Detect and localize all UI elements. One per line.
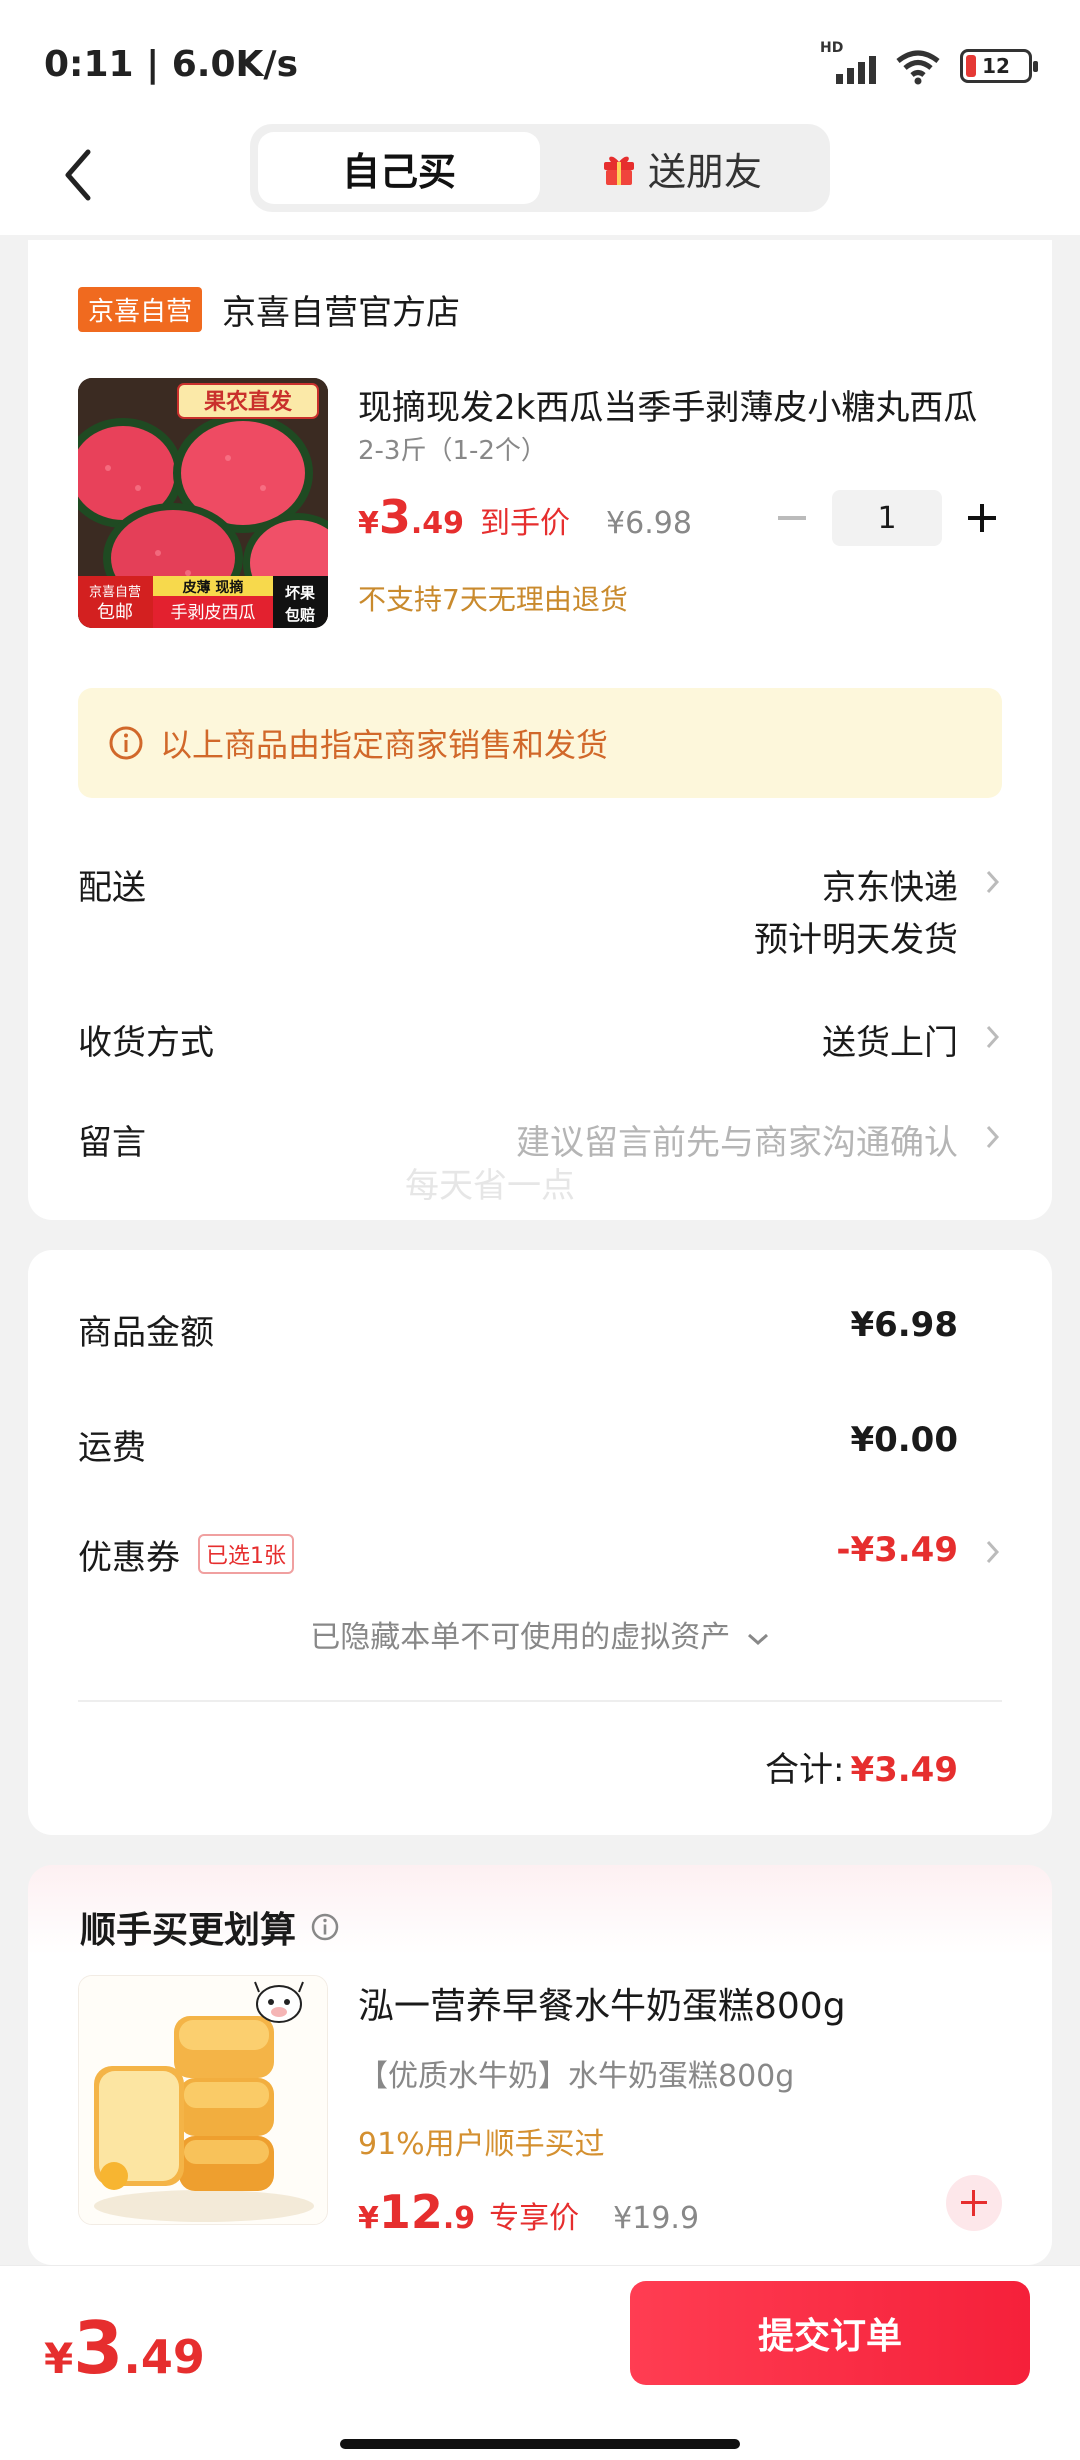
goods-amount-value: ¥6.98 bbox=[850, 1305, 958, 1345]
recommend-price-label: 专享价 bbox=[489, 2201, 580, 2236]
goods-amount-label: 商品金额 bbox=[78, 1313, 214, 1353]
status-bar: 0:11 | 6.0K/s HD 12 bbox=[0, 0, 1080, 120]
delivery-value: 京东快递 bbox=[822, 868, 958, 908]
home-indicator[interactable] bbox=[340, 2439, 740, 2449]
seller-notice: 以上商品由指定商家销售和发货 bbox=[78, 688, 1002, 798]
tab-send-friend[interactable]: 送朋友 bbox=[540, 132, 822, 204]
img-badge-top: 果农直发 bbox=[204, 389, 293, 415]
recommend-product-image[interactable] bbox=[78, 1975, 328, 2225]
product-price-row: ¥3.49 到手价 ¥6.98 bbox=[358, 490, 692, 544]
battery-icon: 12 bbox=[960, 49, 1038, 83]
goods-amount-row: 商品金额 ¥6.98 bbox=[78, 1305, 1002, 1355]
tab-send-friend-label: 送朋友 bbox=[647, 149, 762, 194]
coupon-value: -¥3.49 bbox=[836, 1530, 958, 1570]
chevron-down-icon bbox=[747, 1633, 768, 1645]
tab-self-buy[interactable]: 自己买 bbox=[258, 132, 540, 204]
hidden-assets-text: 已隐藏本单不可使用的虚拟资产 bbox=[310, 1620, 731, 1655]
divider bbox=[78, 1700, 1002, 1702]
receive-method-label: 收货方式 bbox=[78, 1023, 214, 1063]
recommend-card: 顺手买更划算 泓一营养早餐水牛奶蛋糕800g 【优质水牛奶】水牛奶蛋糕800g … bbox=[28, 1865, 1052, 2265]
hd-label: HD bbox=[820, 40, 844, 56]
product-title[interactable]: 现摘现发2k西瓜当季手剥薄皮小糖丸西瓜 bbox=[358, 380, 1018, 429]
order-card: 京喜自营 京喜自营官方店 果农直发 京喜自营 包邮 皮薄 现摘 手剥皮西瓜 坏果… bbox=[28, 240, 1052, 1220]
back-button[interactable] bbox=[50, 140, 110, 210]
info-icon bbox=[109, 726, 143, 760]
svg-text:坏果: 坏果 bbox=[285, 584, 316, 602]
signal-icon: HD bbox=[820, 40, 876, 86]
original-price: ¥6.98 bbox=[606, 506, 692, 541]
chevron-right-icon bbox=[986, 1125, 1000, 1149]
shipping-label: 运费 bbox=[78, 1428, 146, 1468]
receive-method-value: 送货上门 bbox=[822, 1023, 958, 1063]
status-icons: HD 12 bbox=[820, 40, 1038, 86]
tab-self-buy-label: 自己买 bbox=[341, 149, 456, 194]
delivery-row[interactable]: 配送 京东快递 预计明天发货 bbox=[78, 860, 1002, 970]
hidden-assets-toggle[interactable]: 已隐藏本单不可使用的虚拟资产 bbox=[28, 1612, 1052, 1656]
recommend-price: ¥12.9 bbox=[358, 2185, 476, 2239]
recommend-product-subtitle: 【优质水牛奶】水牛奶蛋糕800g bbox=[358, 2059, 795, 2094]
chevron-right-icon bbox=[986, 1025, 1000, 1049]
battery-level: 12 bbox=[982, 54, 1010, 78]
product-image[interactable]: 果农直发 京喜自营 包邮 皮薄 现摘 手剥皮西瓜 坏果 包赔 bbox=[78, 378, 328, 628]
delivery-label: 配送 bbox=[78, 868, 146, 908]
info-icon[interactable] bbox=[310, 1912, 340, 1942]
back-arrow-icon bbox=[65, 149, 91, 201]
store-row[interactable]: 京喜自营 京喜自营官方店 bbox=[78, 285, 460, 334]
recommend-title: 顺手买更划算 bbox=[80, 1901, 340, 1953]
product-price: ¥3.49 bbox=[358, 490, 465, 544]
chevron-right-icon bbox=[986, 1540, 1000, 1564]
chevron-right-icon bbox=[986, 870, 1000, 894]
buy-mode-switch: 自己买 送朋友 bbox=[250, 124, 830, 212]
svg-text:京喜自营: 京喜自营 bbox=[89, 585, 141, 600]
coupon-row[interactable]: 优惠券 已选1张 -¥3.49 bbox=[78, 1530, 1002, 1580]
increase-quantity-button[interactable] bbox=[962, 498, 1002, 538]
total-value: ¥3.49 bbox=[850, 1750, 958, 1790]
gift-icon bbox=[603, 156, 634, 185]
notice-text: 以上商品由指定商家销售和发货 bbox=[160, 726, 609, 764]
coupon-label: 优惠券 bbox=[78, 1538, 180, 1578]
recommend-stat: 91%用户顺手买过 bbox=[358, 2127, 605, 2162]
product-spec: 2-3斤（1-2个） bbox=[358, 436, 547, 466]
svg-text:包赔: 包赔 bbox=[285, 606, 315, 624]
svg-text:包邮: 包邮 bbox=[97, 602, 133, 623]
return-policy: 不支持7天无理由退货 bbox=[358, 583, 628, 616]
top-nav: 自己买 送朋友 bbox=[0, 120, 1080, 235]
img-badge-mid-top: 皮薄 现摘 bbox=[182, 579, 244, 596]
store-tag: 京喜自营 bbox=[78, 287, 203, 332]
bottom-bar: ¥3.49 提交订单 bbox=[0, 2265, 1080, 2460]
status-time: 0:11 | 6.0K/s bbox=[44, 44, 299, 85]
wifi-icon bbox=[896, 50, 940, 85]
recommend-price-row: ¥12.9 专享价 ¥19.9 bbox=[358, 2185, 699, 2239]
delivery-eta: 预计明天发货 bbox=[754, 920, 958, 960]
quantity-input[interactable]: 1 bbox=[832, 490, 942, 546]
message-input[interactable]: 建议留言前先与商家沟通确认 bbox=[516, 1115, 958, 1164]
coupon-tag: 已选1张 bbox=[198, 1534, 294, 1574]
watermark: 每天省一点 bbox=[405, 1166, 575, 1206]
message-label: 留言 bbox=[78, 1123, 146, 1163]
img-badge-mid-bottom: 手剥皮西瓜 bbox=[171, 603, 256, 623]
price-label: 到手价 bbox=[480, 506, 571, 541]
decrease-quantity-button[interactable] bbox=[772, 498, 812, 538]
recommend-original-price: ¥19.9 bbox=[613, 2201, 700, 2236]
price-summary-card: 商品金额 ¥6.98 运费 ¥0.00 优惠券 已选1张 -¥3.49 已隐藏本… bbox=[28, 1250, 1052, 1835]
add-recommend-button[interactable] bbox=[946, 2175, 1002, 2231]
store-name: 京喜自营官方店 bbox=[222, 293, 461, 333]
receive-method-row[interactable]: 收货方式 送货上门 bbox=[78, 1015, 1002, 1065]
shipping-value: ¥0.00 bbox=[850, 1420, 958, 1460]
submit-order-button[interactable]: 提交订单 bbox=[630, 2281, 1030, 2385]
bottom-total-price: ¥3.49 bbox=[44, 2306, 205, 2390]
recommend-product-name[interactable]: 泓一营养早餐水牛奶蛋糕800g bbox=[358, 1977, 846, 2029]
shipping-row: 运费 ¥0.00 bbox=[78, 1420, 1002, 1470]
quantity-stepper: 1 bbox=[772, 490, 1002, 546]
total-row: 合计: ¥3.49 bbox=[765, 1742, 958, 1791]
total-label: 合计: bbox=[764, 1750, 845, 1790]
